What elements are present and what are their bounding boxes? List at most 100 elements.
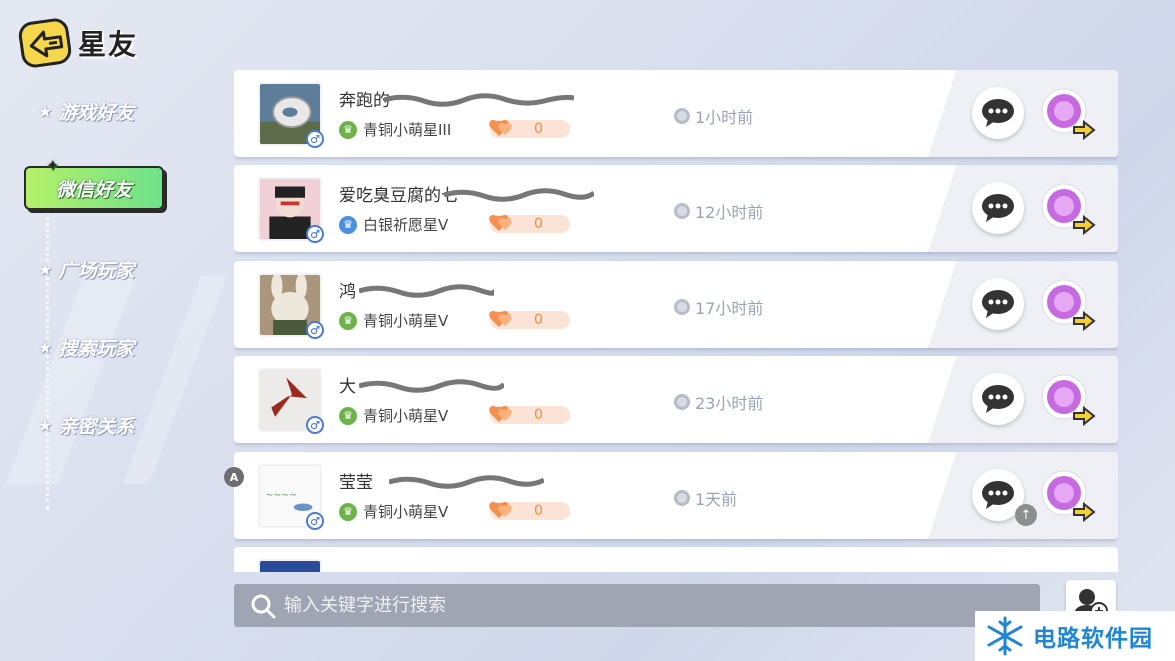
watermark-text: 电路软件园 — [1033, 626, 1153, 652]
rank: ♛ 青铜小萌星V — [339, 501, 448, 522]
page-title: 星友 — [78, 28, 139, 61]
clock-icon — [674, 203, 690, 219]
chat-icon — [982, 99, 1014, 127]
back-button[interactable] — [17, 16, 73, 70]
chat-button[interactable] — [972, 373, 1024, 425]
last-online: 23小时前 — [674, 390, 763, 414]
rank: ♛ 青铜小萌星V — [339, 310, 448, 331]
chat-icon — [982, 385, 1014, 413]
friend-row[interactable]: ♂ 爱吃臭豆腐的七 ♛ 白银祈愿星V 0 12小时前 — [234, 165, 1118, 252]
clock-icon — [674, 108, 690, 124]
upload-badge-icon: ↑ — [1015, 504, 1037, 526]
rank-label: 白银祈愿星V — [363, 216, 449, 234]
star-icon: ★ — [38, 416, 53, 435]
watermark: 电路软件园 — [975, 611, 1175, 661]
gift-button[interactable] — [1040, 469, 1096, 525]
sidebar-item-plaza-players[interactable]: ★ 广场玩家 — [38, 256, 134, 283]
intimacy-value: 0 — [534, 216, 543, 232]
gift-button[interactable] — [1040, 87, 1096, 143]
rank-badge-icon: ♛ — [339, 311, 357, 330]
snowflake-logo-icon — [987, 616, 1023, 656]
last-online: 12小时前 — [674, 199, 763, 223]
friend-list[interactable]: ♂ 奔跑的 ♛ 青铜小萌星III 0 1小时前 ♂ 爱吃臭豆腐的七 ♛ 白银祈愿… — [234, 70, 1118, 572]
rank-badge-icon: ♛ — [339, 502, 357, 521]
gender-male-icon: ♂ — [306, 512, 324, 530]
intimacy-meter: 0 — [489, 119, 570, 138]
svg-text:~~~~: ~~~~ — [266, 490, 297, 501]
rank: ♛ 青铜小萌星V — [339, 405, 448, 426]
back-arrow-icon — [29, 30, 64, 58]
gift-icon — [1041, 279, 1096, 332]
friend-row[interactable]: ♂ 大 ♛ 青铜小萌星V 0 23小时前 — [234, 356, 1118, 443]
rank-label: 青铜小萌星V — [363, 407, 449, 425]
gift-button[interactable] — [1040, 182, 1096, 238]
intimacy-meter: 0 — [489, 501, 570, 520]
heart-icon — [489, 501, 512, 518]
friend-name: 莹莹 — [339, 473, 373, 493]
gift-icon — [1041, 470, 1096, 523]
clock-icon — [674, 299, 690, 315]
header: 星友 — [17, 16, 139, 70]
friend-name: 大 — [339, 377, 356, 397]
intimacy-meter: 0 — [489, 310, 570, 329]
friend-row[interactable]: ♂ 鸿 ♛ 青铜小萌星V 0 17小时前 — [234, 261, 1118, 348]
star-icon: ★ — [38, 338, 53, 357]
gift-button[interactable] — [1040, 278, 1096, 334]
redaction-scribble — [384, 93, 574, 107]
friend-row-partial[interactable] — [234, 547, 1118, 572]
chat-icon — [982, 481, 1014, 509]
rank-badge-icon: ♛ — [339, 120, 357, 139]
friend-row[interactable]: ♂ 奔跑的 ♛ 青铜小萌星III 0 1小时前 — [234, 70, 1118, 157]
intimacy-value: 0 — [534, 121, 543, 137]
chat-button[interactable] — [972, 87, 1024, 139]
clock-icon — [674, 394, 690, 410]
sidebar-item-game-friends[interactable]: ★ 游戏好友 — [38, 98, 134, 125]
star-icon: ★ — [38, 260, 53, 279]
last-online-text: 1小时前 — [695, 108, 754, 127]
friend-row[interactable]: ~~~~ ♂ 莹莹 ♛ 青铜小萌星V 0 1天前 ↑ — [234, 452, 1118, 539]
friend-name: 奔跑的 — [339, 91, 390, 111]
intimacy-meter: 0 — [489, 214, 570, 233]
last-online-text: 1天前 — [695, 490, 738, 509]
last-online: 1小时前 — [674, 104, 753, 128]
gift-button[interactable] — [1040, 373, 1096, 429]
redaction-scribble — [359, 379, 504, 393]
intimacy-value: 0 — [534, 312, 543, 328]
sidebar-item-label: 微信好友 — [55, 178, 132, 201]
redaction-scribble — [444, 188, 594, 202]
star-icon: ✦ — [46, 156, 60, 175]
gender-male-icon: ♂ — [306, 130, 324, 148]
sidebar-item-label: 游戏好友 — [58, 102, 135, 124]
search-icon — [251, 594, 276, 618]
intimacy-meter: 0 — [489, 405, 570, 424]
sidebar-item-search-players[interactable]: ★ 搜索玩家 — [38, 334, 134, 361]
avatar[interactable] — [258, 559, 322, 572]
rank-badge-icon: ♛ — [339, 215, 357, 234]
last-online: 1天前 — [674, 486, 737, 510]
rank-label: 青铜小萌星V — [363, 503, 449, 521]
sidebar-item-intimate-relations[interactable]: ★ 亲密关系 — [38, 412, 134, 439]
sidebar-item-wechat-friends[interactable]: ✦ 微信好友 — [24, 156, 164, 210]
intimacy-value: 0 — [534, 407, 543, 423]
chat-button[interactable] — [972, 278, 1024, 330]
search-input[interactable] — [284, 595, 984, 616]
sidebar-item-label: 搜索玩家 — [58, 338, 135, 360]
gender-male-icon: ♂ — [306, 416, 324, 434]
search-bar[interactable] — [234, 584, 1040, 627]
sidebar-item-label: 广场玩家 — [58, 260, 135, 282]
gift-icon — [1041, 88, 1096, 141]
gift-icon — [1041, 183, 1096, 236]
gender-male-icon: ♂ — [306, 321, 324, 339]
last-online: 17小时前 — [674, 295, 763, 319]
friend-name: 爱吃臭豆腐的七 — [339, 186, 458, 206]
rank: ♛ 白银祈愿星V — [339, 214, 448, 235]
chat-button[interactable] — [972, 182, 1024, 234]
last-online-text: 12小时前 — [695, 203, 764, 222]
rank-badge-icon: ♛ — [339, 406, 357, 425]
heart-icon — [489, 119, 512, 136]
a-badge-icon: A — [224, 467, 244, 487]
intimacy-value: 0 — [534, 503, 543, 519]
chat-icon — [982, 194, 1014, 222]
background-decoration — [6, 276, 227, 484]
sidebar-item-label: 亲密关系 — [58, 416, 135, 438]
